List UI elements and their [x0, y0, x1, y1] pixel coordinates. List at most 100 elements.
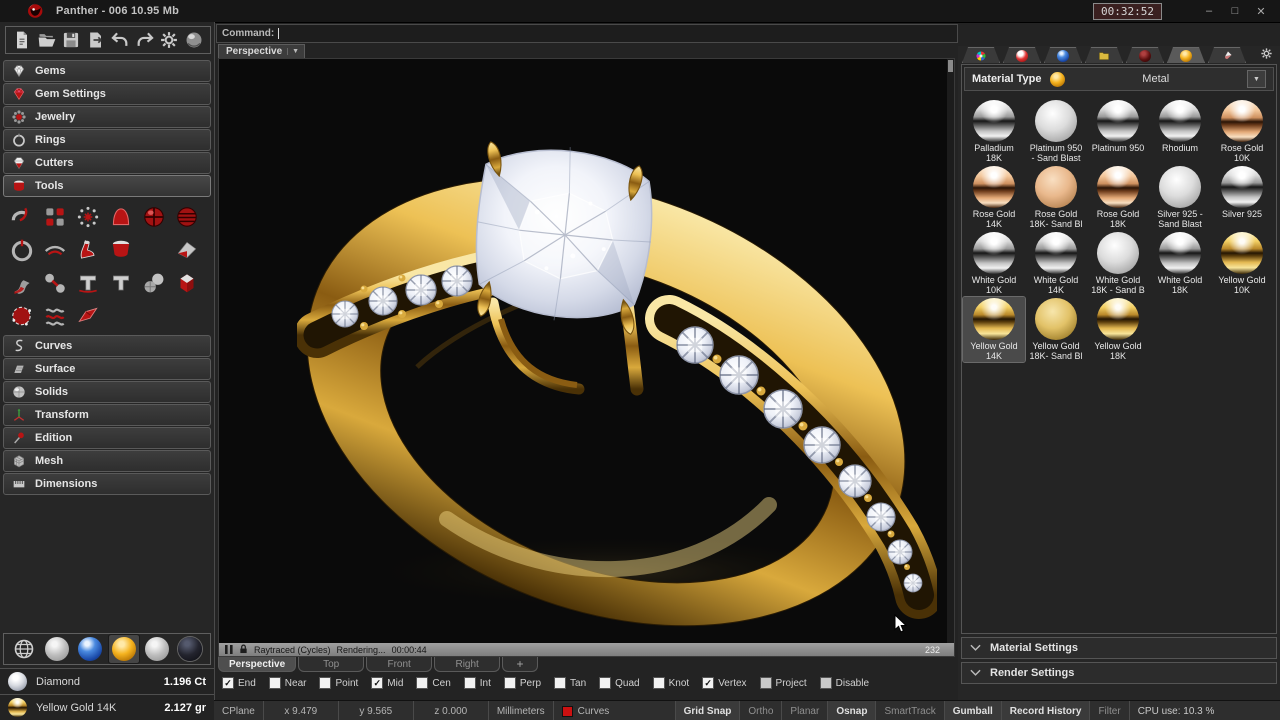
checkbox[interactable]	[820, 677, 832, 689]
checkbox[interactable]: ✓	[371, 677, 383, 689]
minimize-button[interactable]: –	[1196, 5, 1222, 17]
tool-bezel-set-button[interactable]	[104, 234, 137, 265]
osnap-knot[interactable]: Knot	[653, 677, 690, 689]
checkbox[interactable]	[416, 677, 428, 689]
material-white-gold-18k[interactable]: White Gold18K	[1149, 231, 1211, 296]
material-platinum-950-sand-blast[interactable]: Platinum 950- Sand Blast	[1025, 99, 1087, 164]
tool-bend-band-button[interactable]	[5, 267, 38, 298]
material-palladium-18k[interactable]: Palladium18K	[963, 99, 1025, 164]
checkbox[interactable]	[760, 677, 772, 689]
material-rose-gold-14k[interactable]: Rose Gold14K	[963, 165, 1025, 230]
material-settings-section[interactable]: Material Settings	[961, 637, 1277, 659]
sidebar-item-jewelry[interactable]: Jewelry	[3, 106, 211, 128]
viewport-title-tab[interactable]: Perspective ▼	[218, 44, 305, 58]
material-rose-gold-18k-sand-bl[interactable]: Rose Gold18K- Sand Bl	[1025, 165, 1087, 230]
status-x[interactable]: x 9.479	[264, 701, 339, 720]
command-bar[interactable]: Command:	[216, 24, 958, 43]
material-rhodium[interactable]: Rhodium	[1149, 99, 1211, 164]
tool-sphere-cross-red-button[interactable]	[137, 201, 170, 232]
close-button[interactable]: ✕	[1248, 5, 1274, 18]
panel-tab-folder[interactable]	[1085, 47, 1123, 63]
checkbox[interactable]	[554, 677, 566, 689]
export-button[interactable]	[85, 29, 107, 51]
viewport-tab-perspective[interactable]: Perspective	[218, 657, 296, 672]
open-folder-button[interactable]	[36, 29, 58, 51]
tool-link-spheres-button[interactable]	[38, 267, 71, 298]
tool-spheres-pair-button[interactable]	[137, 267, 170, 298]
tool-array-radial-button[interactable]	[71, 201, 104, 232]
panel-tab-ball-goldq[interactable]	[1167, 47, 1205, 63]
panel-gear-button[interactable]	[1260, 47, 1274, 61]
sidebar-item-cutters[interactable]: Cutters	[3, 152, 211, 174]
sidebar-item-dimensions[interactable]: Dimensions	[3, 473, 211, 495]
tool-wedge-button[interactable]	[170, 234, 203, 265]
status-y[interactable]: y 9.565	[339, 701, 414, 720]
material-platinum-950[interactable]: Platinum 950	[1087, 99, 1149, 164]
osnap-int[interactable]: Int	[464, 677, 491, 689]
sidebar-item-edition[interactable]: Edition	[3, 427, 211, 449]
current-layer[interactable]: Curves	[554, 701, 676, 720]
pause-icon[interactable]	[225, 641, 233, 658]
status-z[interactable]: z 0.000	[414, 701, 489, 720]
toggle-record-history[interactable]: Record History	[1002, 701, 1091, 720]
sidebar-item-surface[interactable]: Surface	[3, 358, 211, 380]
tool-wave-curves-button[interactable]	[38, 300, 71, 331]
panel-tab-brush[interactable]	[1208, 47, 1246, 63]
checkbox[interactable]	[319, 677, 331, 689]
material-rose-gold-10k[interactable]: Rose Gold10K	[1211, 99, 1273, 164]
material-silver-925[interactable]: Silver 925	[1211, 165, 1273, 230]
new-file-button[interactable]	[11, 29, 33, 51]
material-yellow-gold-10k[interactable]: Yellow Gold10K	[1211, 231, 1273, 296]
scene-object-row[interactable]: Yellow Gold 14K2.127 gr	[0, 694, 214, 720]
settings-gear-button[interactable]	[158, 29, 180, 51]
material-type-dropdown[interactable]: ▼	[1247, 70, 1266, 88]
toggle-osnap[interactable]: Osnap	[828, 701, 876, 720]
viewport-scrollbar[interactable]	[947, 59, 954, 656]
display-mode-ball-ghost2[interactable]	[142, 635, 172, 663]
material-yellow-gold-18k[interactable]: Yellow Gold18K	[1087, 297, 1149, 362]
osnap-vertex[interactable]: ✓Vertex	[702, 677, 746, 689]
redo-button[interactable]	[134, 29, 156, 51]
tool-ring-circle-button[interactable]	[5, 234, 38, 265]
render-settings-section[interactable]: Render Settings	[961, 662, 1277, 684]
osnap-end[interactable]: ✓End	[222, 677, 256, 689]
sidebar-item-solids[interactable]: Solids	[3, 381, 211, 403]
toggle-planar[interactable]: Planar	[782, 701, 828, 720]
sidebar-item-gem-settings[interactable]: Gem Settings	[3, 83, 211, 105]
viewport-tab-front[interactable]: Front	[366, 657, 432, 672]
checkbox[interactable]: ✓	[702, 677, 714, 689]
osnap-near[interactable]: Near	[269, 677, 307, 689]
osnap-tan[interactable]: Tan	[554, 677, 586, 689]
tool-text-t-red-button[interactable]	[71, 267, 104, 298]
display-mode-globe-wire[interactable]	[9, 635, 39, 663]
tool-ribbon-red-button[interactable]	[71, 300, 104, 331]
sidebar-item-curves[interactable]: Curves	[3, 335, 211, 357]
viewport-tab-add[interactable]	[502, 657, 538, 672]
render-sphere-button[interactable]	[183, 29, 205, 51]
tool-ball-gray-button[interactable]	[137, 234, 170, 265]
checkbox[interactable]	[464, 677, 476, 689]
sidebar-item-tools[interactable]: Tools	[3, 175, 211, 197]
sidebar-item-transform[interactable]: Transform	[3, 404, 211, 426]
maximize-button[interactable]: □	[1222, 5, 1248, 17]
tool-cube-red-button[interactable]	[170, 267, 203, 298]
sidebar-item-rings[interactable]: Rings	[3, 129, 211, 151]
checkbox[interactable]	[653, 677, 665, 689]
tool-prong-set-button[interactable]	[71, 234, 104, 265]
scene-object-row[interactable]: Diamond1.196 Ct	[0, 668, 214, 694]
osnap-cen[interactable]: Cen	[416, 677, 450, 689]
tool-trim-circle-button[interactable]	[5, 300, 38, 331]
tool-array-quad-button[interactable]	[38, 201, 71, 232]
osnap-perp[interactable]: Perp	[504, 677, 541, 689]
material-white-gold-18k-sand-b[interactable]: White Gold18K - Sand B	[1087, 231, 1149, 296]
toggle-grid-snap[interactable]: Grid Snap	[676, 701, 741, 720]
material-yellow-gold-14k[interactable]: Yellow Gold14K	[963, 297, 1025, 362]
osnap-point[interactable]: Point	[319, 677, 358, 689]
osnap-mid[interactable]: ✓Mid	[371, 677, 403, 689]
tool-dome-head-button[interactable]	[104, 201, 137, 232]
osnap-quad[interactable]: Quad	[599, 677, 639, 689]
display-mode-ball-ghost[interactable]	[42, 635, 72, 663]
osnap-project[interactable]: Project	[760, 677, 807, 689]
checkbox[interactable]	[269, 677, 281, 689]
viewport-title-dropdown-icon[interactable]: ▼	[287, 48, 299, 55]
